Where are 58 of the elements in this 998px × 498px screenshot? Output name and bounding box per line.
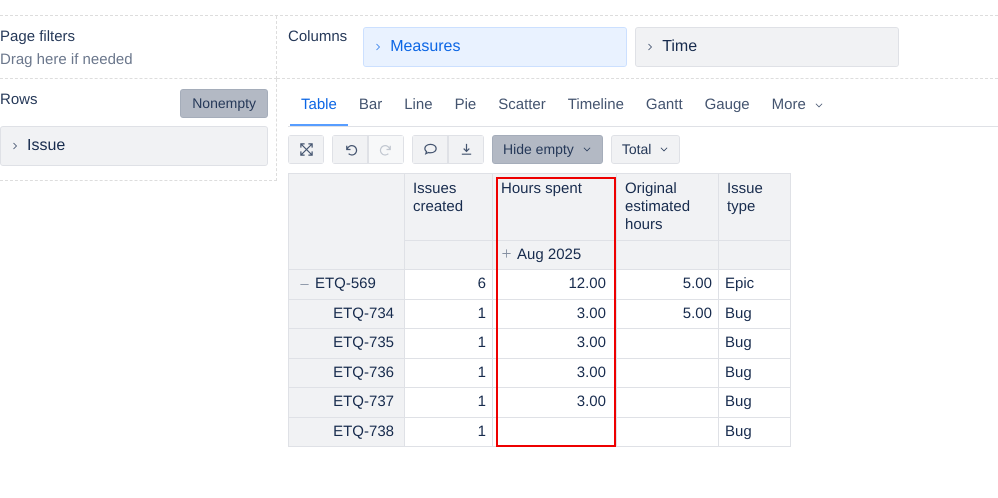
column-member[interactable]: Aug 2025 [492,240,616,270]
table-cell: Bug [718,328,790,358]
table-cell: 6 [404,270,492,299]
table-cell: Bug [718,388,790,417]
view-tab[interactable]: Gantt [634,88,694,126]
view-tab[interactable]: More [760,88,835,126]
table-cell: 5.00 [616,270,718,299]
drop-hint: Drag here if needed [0,50,134,70]
column-header[interactable]: Issues created [404,173,492,240]
table-cell: Bug [718,358,790,388]
table-cell: 5.00 [616,299,718,328]
dimension-chip[interactable]: Time [635,27,900,67]
table-cell: 1 [404,299,492,328]
chevron-right-icon [374,42,382,52]
view-tab[interactable]: Gauge [694,88,761,126]
undo-button[interactable] [332,134,368,164]
section-title: Columns [288,27,348,47]
row-header[interactable]: ETQ-734 [288,299,404,328]
section-title: Page filters [0,27,76,47]
table-cell: Bug [718,299,790,328]
section-title: Rows [0,90,38,110]
dropdown-button[interactable]: Total [610,134,680,164]
dimension-chip[interactable]: Issue [0,126,268,166]
dimension-chip[interactable]: Measures [363,27,628,67]
table-cell: 12.00 [492,270,616,299]
row-header[interactable]: ETQ-736 [288,358,404,388]
row-header[interactable]: ETQ-735 [288,328,404,358]
view-tab[interactable]: Pie [444,88,488,126]
table-cell: 3.00 [492,388,616,417]
view-tab[interactable]: Line [393,88,444,126]
nonempty-button[interactable]: Nonempty [180,89,268,118]
column-header[interactable]: Hours spent [492,173,616,240]
table-cell: 1 [404,328,492,358]
table-cell: 1 [404,358,492,388]
table-cell: 3.00 [492,358,616,388]
view-tab[interactable]: Scatter [487,88,557,126]
view-tab[interactable]: Table [290,88,348,126]
comment-button[interactable] [412,134,448,164]
chevron-right-icon [11,141,19,151]
column-header[interactable]: Original estimated hours [616,173,718,240]
table-cell: 3.00 [492,328,616,358]
table-cell: Bug [718,417,790,446]
row-header[interactable]: ETQ-569 [288,270,404,299]
row-header[interactable]: ETQ-737 [288,388,404,417]
dropdown-button[interactable]: Hide empty [492,134,603,164]
view-tab[interactable]: Timeline [556,88,635,126]
fullscreen-button[interactable] [288,134,324,164]
fullscreen-icon [298,142,314,156]
chevron-right-icon [646,42,654,52]
download-button[interactable] [448,134,484,164]
column-header[interactable]: Issue type [718,173,790,240]
comment-icon [422,142,438,156]
view-tab[interactable]: Bar [348,88,394,126]
table-cell: 3.00 [492,299,616,328]
table-cell: 1 [404,417,492,446]
row-header[interactable]: ETQ-738 [288,417,404,446]
table-cell: 1 [404,388,492,417]
table-cell: Epic [718,270,790,299]
